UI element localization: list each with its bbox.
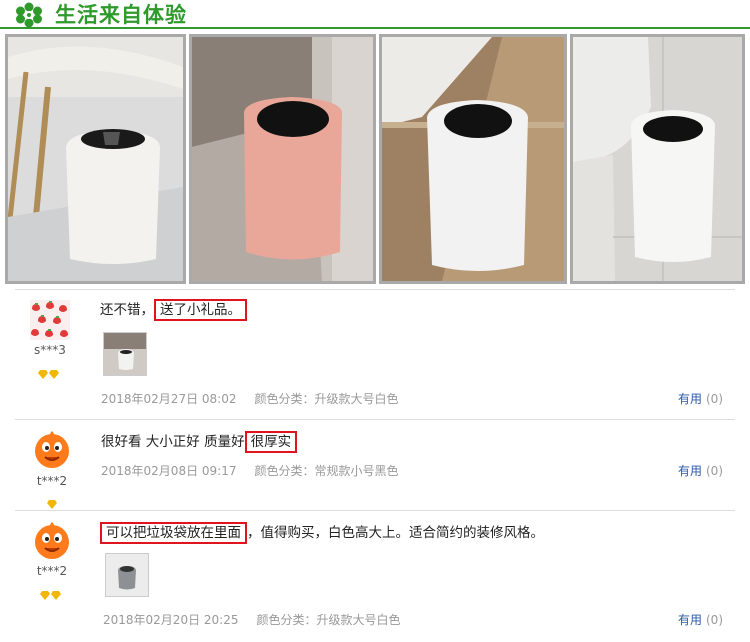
review-text-after: ，值得购买，白色高大上。适合简约的装修风格。: [247, 525, 544, 541]
avatar[interactable]: [32, 431, 72, 471]
highlighted-text: 送了小礼品。: [154, 299, 247, 321]
review-text: 很好看 大小正好 质量好 很厚实: [101, 430, 298, 453]
review-item-2: t***2 很好看 大小正好 质量好 很厚实 2018年02月08日 09:17 颜…: [15, 419, 735, 511]
highlighted-text: 可以把垃圾袋放在里面: [100, 522, 247, 544]
product-photo-1[interactable]: [5, 34, 186, 284]
useful-count: (0): [706, 613, 723, 627]
user-level-badge: [38, 364, 60, 379]
diamond-icon: [40, 591, 50, 600]
user-name: t***2: [36, 474, 68, 488]
product-photo-2[interactable]: [189, 34, 376, 284]
header-divider: [0, 27, 750, 29]
diamond-icon: [47, 500, 57, 509]
section-header: 生活来自体验: [0, 0, 750, 30]
review-date: 2018年02月27日 08:02: [101, 392, 237, 406]
review-category: 颜色分类：升级款大号白色: [256, 613, 401, 627]
useful-count: (0): [706, 392, 723, 406]
review-photo-thumbnail[interactable]: [105, 553, 149, 597]
avatar[interactable]: [32, 522, 72, 562]
product-photo-3[interactable]: [379, 34, 567, 284]
user-level-badge: [47, 494, 58, 509]
diamond-icon: [49, 370, 59, 379]
photo-strip: [5, 34, 745, 284]
review-text-plain: 很好看 大小正好 质量好: [101, 434, 245, 450]
useful-button[interactable]: 有用 (0): [678, 462, 723, 479]
useful-count: (0): [706, 464, 723, 478]
useful-button[interactable]: 有用 (0): [678, 611, 723, 628]
review-photo-thumbnail[interactable]: [103, 332, 147, 376]
review-meta: 2018年02月20日 20:25 颜色分类：升级款大号白色: [103, 611, 401, 628]
useful-label[interactable]: 有用: [678, 613, 702, 627]
product-photo-4[interactable]: [570, 34, 745, 284]
diamond-icon: [51, 591, 61, 600]
diamond-icon: [38, 370, 48, 379]
review-text: 还不错， 送了小礼品。: [100, 298, 247, 321]
flower-icon: [16, 2, 42, 28]
review-meta: 2018年02月27日 08:02 颜色分类：升级款大号白色: [101, 390, 399, 407]
review-item-3: t***2 可以把垃圾袋放在里面 ，值得购买，白色高大上。适合简约的装修风格。 2…: [15, 510, 735, 641]
user-name: t***2: [36, 564, 68, 578]
review-date: 2018年02月20日 20:25: [103, 613, 239, 627]
review-meta: 2018年02月08日 09:17 颜色分类：常规款小号黑色: [101, 462, 399, 479]
useful-button[interactable]: 有用 (0): [678, 390, 723, 407]
user-level-badge: [40, 585, 62, 600]
section-title: 生活来自体验: [55, 3, 187, 27]
review-item-1: s***3 还不错， 送了小礼品。 2018年02月27日 08:02 颜色分类：升…: [15, 289, 735, 420]
useful-label[interactable]: 有用: [678, 392, 702, 406]
review-category: 颜色分类：常规款小号黑色: [254, 464, 399, 478]
review-text-plain: 还不错，: [100, 302, 154, 318]
review-category: 颜色分类：升级款大号白色: [254, 392, 399, 406]
avatar[interactable]: [30, 300, 70, 340]
user-name: s***3: [34, 343, 66, 357]
useful-label[interactable]: 有用: [678, 464, 702, 478]
review-text: 可以把垃圾袋放在里面 ，值得购买，白色高大上。适合简约的装修风格。: [100, 521, 544, 544]
highlighted-text: 很厚实: [244, 431, 298, 453]
review-date: 2018年02月08日 09:17: [101, 464, 237, 478]
